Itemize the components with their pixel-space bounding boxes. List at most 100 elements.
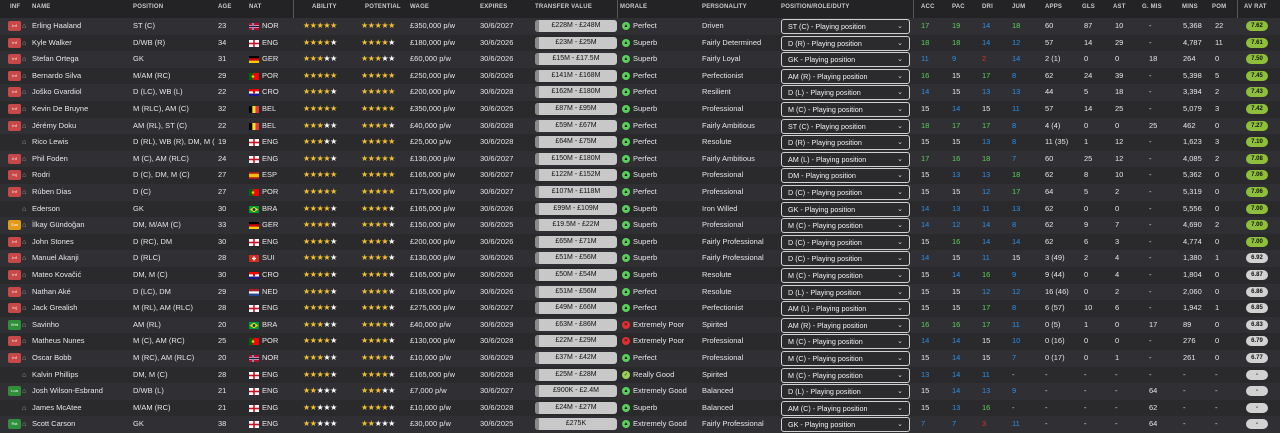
table-row[interactable]: Inf ⌂ Oscar Bobb M (RC), AM (RLC) 20 NOR ★★★★★…: [0, 350, 1280, 367]
col-jum[interactable]: JUM: [1012, 4, 1025, 10]
player-name[interactable]: Joško Gvardiol: [32, 84, 132, 101]
inf-badge[interactable]: Inf: [8, 37, 21, 48]
role-dropdown[interactable]: D (R) - Playing position ⌄: [781, 35, 910, 51]
role-dropdown[interactable]: D (L) - Playing position ⌄: [781, 284, 910, 300]
transfer-value[interactable]: £150M - £180M: [535, 152, 617, 165]
col-morale[interactable]: MORALE: [620, 4, 647, 10]
inf-badge[interactable]: Inf: [8, 87, 21, 98]
player-name[interactable]: Rodri: [32, 167, 132, 184]
table-row[interactable]: Inf ⌂ John Stones D (RC), DM 30 ENG ★★★★★ ★★★★★…: [0, 233, 1280, 251]
col-expires[interactable]: EXPIRES: [480, 4, 507, 10]
role-dropdown[interactable]: AM (R) - Playing position ⌄: [781, 317, 910, 333]
table-row[interactable]: Inf ⌂ Erling Haaland ST (C) 23 NOR ★★★★★ ★★★★★ £…: [0, 18, 1280, 35]
col-ability[interactable]: ABILITY: [312, 4, 337, 10]
inf-badge[interactable]: Inf: [8, 153, 21, 164]
transfer-value[interactable]: £23M - £25M: [535, 36, 617, 49]
transfer-value[interactable]: £49M - £66M: [535, 302, 617, 315]
player-name[interactable]: Mateo Kovačić: [32, 267, 132, 284]
inf-badge[interactable]: Loa: [8, 386, 21, 397]
table-row[interactable]: Inj ⌂ Jack Grealish M (RL), AM (RLC) 28 ENG ★★…: [0, 300, 1280, 317]
player-name[interactable]: Oscar Bobb: [32, 350, 132, 367]
table-row[interactable]: Inf ⌂ Stefan Ortega GK 31 GER ★★★★★ ★★★★★ £60,00…: [0, 51, 1280, 68]
inf-badge[interactable]: Inf: [8, 70, 21, 81]
transfer-value[interactable]: £15M - £17.5M: [535, 53, 617, 66]
inf-badge[interactable]: Inf: [8, 253, 21, 264]
transfer-value[interactable]: £51M - £56M: [535, 252, 617, 265]
transfer-value[interactable]: £99M - £109M: [535, 202, 617, 215]
transfer-value[interactable]: £122M - £152M: [535, 169, 617, 182]
table-row[interactable]: Inf ⌂ Bernardo Silva M/AM (RC) 29 POR ★★★★★ ★★★…: [0, 67, 1280, 85]
transfer-value[interactable]: £63M - £86M: [535, 318, 617, 331]
role-dropdown[interactable]: M (C) - Playing position ⌄: [781, 102, 910, 117]
role-dropdown[interactable]: M (C) - Playing position ⌄: [781, 367, 910, 383]
inf-badge[interactable]: Inf: [8, 104, 21, 114]
transfer-value[interactable]: £51M - £56M: [535, 285, 617, 298]
role-dropdown[interactable]: D (L) - Playing position ⌄: [781, 85, 910, 101]
transfer-value[interactable]: £59M - £67M: [535, 119, 617, 132]
role-dropdown[interactable]: AM (C) - Playing position ⌄: [781, 400, 910, 416]
inf-badge[interactable]: Sus: [8, 220, 21, 231]
role-dropdown[interactable]: ST (C) - Playing position ⌄: [781, 19, 910, 34]
table-row[interactable]: ⌂ Ederson GK 30 BRA ★★★★★ ★★★★★ £165,000 p/w 30/…: [0, 200, 1280, 218]
table-row[interactable]: Rst ⌂ Scott Carson GK 38 ENG ★★★★★ ★★★★★ £30,000…: [0, 416, 1280, 433]
table-row[interactable]: Inf ⌂ Manuel Akanji D (RLC) 28 SUI ★★★★★ ★★★★★ £…: [0, 250, 1280, 267]
player-name[interactable]: Matheus Nunes: [32, 333, 132, 350]
player-name[interactable]: Scott Carson: [32, 416, 132, 433]
player-name[interactable]: James McAtee: [32, 400, 132, 417]
role-dropdown[interactable]: D (R) - Playing position ⌄: [781, 135, 910, 151]
col-gls[interactable]: GLS: [1082, 4, 1095, 10]
table-row[interactable]: Inf ⌂ Nathan Aké D (LC), DM 29 NED ★★★★★ ★★★★★ £…: [0, 283, 1280, 301]
role-dropdown[interactable]: AM (L) - Playing position ⌄: [781, 301, 910, 317]
player-name[interactable]: Rúben Dias: [32, 184, 132, 201]
col-avrat[interactable]: AV RAT: [1244, 4, 1267, 10]
col-personality[interactable]: PERSONALITY: [702, 4, 747, 10]
transfer-value[interactable]: £228M - £248M: [535, 20, 617, 32]
transfer-value[interactable]: £64M - £75M: [535, 136, 617, 149]
transfer-value[interactable]: £162M - £180M: [535, 86, 617, 99]
transfer-value[interactable]: £37M - £42M: [535, 352, 617, 364]
player-name[interactable]: Erling Haaland: [32, 18, 132, 35]
player-name[interactable]: Nathan Aké: [32, 284, 132, 301]
table-row[interactable]: Inf ⌂ Phil Foden M (C), AM (RLC) 24 ENG ★★★★★ ★…: [0, 150, 1280, 168]
inf-badge[interactable]: Inf: [8, 187, 21, 197]
role-dropdown[interactable]: ST (C) - Playing position ⌄: [781, 118, 910, 134]
col-nat[interactable]: NAT: [249, 4, 262, 10]
role-dropdown[interactable]: GK - Playing position ⌄: [781, 201, 910, 217]
inf-badge[interactable]: Inf: [8, 353, 21, 363]
player-name[interactable]: Stefan Ortega: [32, 51, 132, 68]
role-dropdown[interactable]: GK - Playing position ⌄: [781, 52, 910, 68]
transfer-value[interactable]: £65M - £71M: [535, 235, 617, 248]
col-acc[interactable]: ACC: [921, 4, 935, 10]
transfer-value[interactable]: £275K: [535, 418, 617, 431]
player-name[interactable]: Jérémy Doku: [32, 118, 132, 135]
inf-badge[interactable]: Inf: [8, 270, 21, 280]
player-name[interactable]: Phil Foden: [32, 151, 132, 168]
role-dropdown[interactable]: D (C) - Playing position ⌄: [781, 251, 910, 267]
col-wage[interactable]: WAGE: [410, 4, 429, 10]
role-dropdown[interactable]: D (L) - Playing position ⌄: [781, 384, 910, 400]
inf-badge[interactable]: Inf: [8, 21, 21, 31]
col-position[interactable]: POSITION: [133, 4, 163, 10]
role-dropdown[interactable]: D (C) - Playing position ⌄: [781, 234, 910, 250]
inf-badge[interactable]: Wnt: [8, 319, 21, 330]
player-name[interactable]: İlkay Gündoğan: [32, 217, 132, 234]
col-ast[interactable]: AST: [1113, 4, 1126, 10]
inf-badge[interactable]: Inf: [8, 120, 21, 131]
player-name[interactable]: Kyle Walker: [32, 35, 132, 52]
table-row[interactable]: Inf ⌂ Kevin De Bruyne M (RLC), AM (C) 32 BEL ★…: [0, 101, 1280, 118]
col-potential[interactable]: POTENTIAL: [365, 4, 401, 10]
table-row[interactable]: Inf ⌂ Matheus Nunes M (C), AM (RC) 25 POR ★★★★…: [0, 333, 1280, 350]
transfer-value[interactable]: £22M - £29M: [535, 335, 617, 348]
col-role[interactable]: POSITION/ROLE/DUTY: [781, 4, 850, 10]
inf-badge[interactable]: Rst: [8, 419, 21, 430]
table-row[interactable]: ⌂ James McAtee M/AM (RC) 21 ENG ★★★★★ ★★★★★ £10…: [0, 399, 1280, 417]
inf-badge[interactable]: Inf: [8, 54, 21, 65]
transfer-value[interactable]: £900K - £2.4M: [535, 385, 617, 398]
transfer-value[interactable]: £107M - £118M: [535, 186, 617, 198]
col-apps[interactable]: APPS: [1045, 4, 1062, 10]
player-name[interactable]: Manuel Akanji: [32, 250, 132, 267]
transfer-value[interactable]: £24M - £27M: [535, 401, 617, 414]
role-dropdown[interactable]: D (C) - Playing position ⌄: [781, 185, 910, 200]
table-row[interactable]: Inj ⌂ Rodri D (C), DM, M (C) 27 ESP ★★★★★ ★★★★★…: [0, 167, 1280, 184]
table-row[interactable]: Inf ⌂ Rúben Dias D (C) 27 POR ★★★★★ ★★★★★ £175,0…: [0, 184, 1280, 201]
